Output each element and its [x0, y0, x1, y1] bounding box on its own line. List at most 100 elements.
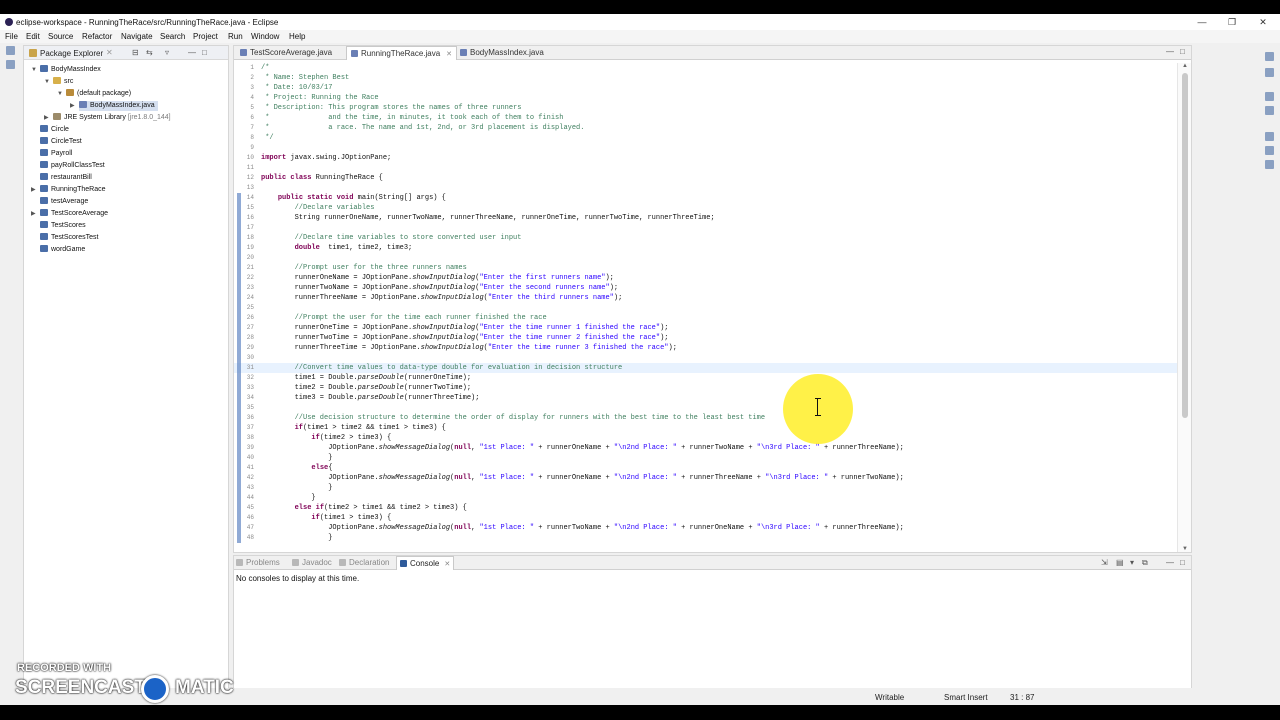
- tree-project[interactable]: Circle: [40, 125, 69, 135]
- hierarchy-icon[interactable]: [1265, 160, 1274, 169]
- tree-project[interactable]: testAverage: [40, 197, 88, 207]
- menu-search[interactable]: Search: [160, 32, 185, 41]
- code-area[interactable]: 1/* 2 * Name: Stephen Best 3 * Date: 10/03…: [234, 63, 1177, 552]
- tab-runningtherace[interactable]: RunningTheRace.java ✕: [346, 46, 458, 60]
- tab-problems[interactable]: Problems: [236, 556, 280, 570]
- maximize-console-icon[interactable]: □: [1180, 558, 1185, 567]
- code-text[interactable]: }: [261, 493, 315, 503]
- java-perspective-icon[interactable]: [1265, 68, 1274, 77]
- code-line[interactable]: 29 runnerThreeTime = JOptionPane.showInp…: [234, 343, 1177, 353]
- pin-console-icon[interactable]: ⇲: [1101, 558, 1108, 567]
- code-text[interactable]: runnerTwoTime = JOptionPane.showInputDia…: [261, 333, 669, 343]
- close-tab-icon[interactable]: ✕: [444, 561, 450, 568]
- code-text[interactable]: runnerOneTime = JOptionPane.showInputDia…: [261, 323, 669, 333]
- code-line[interactable]: 23 runnerTwoName = JOptionPane.showInput…: [234, 283, 1177, 293]
- menu-window[interactable]: Window: [251, 32, 279, 41]
- code-text[interactable]: //Prompt user for the three runners name…: [261, 263, 467, 273]
- code-line[interactable]: 2 * Name: Stephen Best: [234, 73, 1177, 83]
- code-line[interactable]: 6 * and the time, in minutes, it took ea…: [234, 113, 1177, 123]
- task-list-icon[interactable]: [1265, 106, 1274, 115]
- tree-project[interactable]: wordGame: [40, 245, 85, 255]
- scroll-up-icon[interactable]: ▲: [1182, 63, 1188, 69]
- tab-declaration[interactable]: Declaration: [339, 556, 389, 570]
- code-text[interactable]: public class RunningTheRace {: [261, 173, 383, 183]
- tree-project[interactable]: TestScores: [40, 221, 86, 231]
- menu-file[interactable]: File: [5, 32, 18, 41]
- outline-view-icon[interactable]: [1265, 146, 1274, 155]
- code-line[interactable]: 43 }: [234, 483, 1177, 493]
- link-editor-icon[interactable]: ⇆: [146, 48, 153, 57]
- collapsed-arrow-icon[interactable]: ▶: [70, 101, 75, 111]
- code-line[interactable]: 42 JOptionPane.showMessageDialog(null, "…: [234, 473, 1177, 483]
- code-line[interactable]: 32 time1 = Double.parseDouble(runnerOneT…: [234, 373, 1177, 383]
- menu-help[interactable]: Help: [289, 32, 305, 41]
- code-text[interactable]: runnerThreeName = JOptionPane.showInputD…: [261, 293, 623, 303]
- tab-console[interactable]: Console ✕: [396, 556, 455, 570]
- outline-icon[interactable]: [1265, 92, 1274, 101]
- code-text[interactable]: //Prompt the user for the time each runn…: [261, 313, 547, 323]
- code-line[interactable]: 28 runnerTwoTime = JOptionPane.showInput…: [234, 333, 1177, 343]
- code-text[interactable]: time2 = Double.parseDouble(runnerTwoTime…: [261, 383, 471, 393]
- tree-project[interactable]: ▶ TestScoreAverage: [31, 209, 108, 219]
- tree-default-package[interactable]: ▼ (default package): [57, 89, 131, 99]
- minimize-editor-icon[interactable]: —: [1166, 47, 1174, 56]
- code-line[interactable]: 46 if(time1 > time3) {: [234, 513, 1177, 523]
- restore-icon[interactable]: [1265, 132, 1274, 141]
- code-text[interactable]: * and the time, in minutes, it took each…: [261, 113, 563, 123]
- code-text[interactable]: if(time1 > time3) {: [261, 513, 391, 523]
- code-line[interactable]: 21 //Prompt user for the three runners n…: [234, 263, 1177, 273]
- collapsed-arrow-icon[interactable]: ▶: [44, 113, 49, 123]
- code-line[interactable]: 14 public static void main(String[] args…: [234, 193, 1177, 203]
- tab-bodymassindex[interactable]: BodyMassIndex.java: [460, 46, 544, 60]
- minimize-view-icon[interactable]: —: [188, 48, 196, 57]
- code-text[interactable]: //Declare variables: [261, 203, 375, 213]
- code-line[interactable]: 26 //Prompt the user for the time each r…: [234, 313, 1177, 323]
- code-line[interactable]: 15 //Declare variables: [234, 203, 1177, 213]
- code-text[interactable]: }: [261, 453, 332, 463]
- code-line[interactable]: 5 * Description: This program stores the…: [234, 103, 1177, 113]
- maximize-button[interactable]: ❐: [1226, 16, 1238, 28]
- tab-javadoc[interactable]: Javadoc: [292, 556, 332, 570]
- code-line[interactable]: 12 public class RunningTheRace {: [234, 173, 1177, 183]
- code-line[interactable]: 35: [234, 403, 1177, 413]
- code-line[interactable]: 38 if(time2 > time3) {: [234, 433, 1177, 443]
- code-text[interactable]: time3 = Double.parseDouble(runnerThreeTi…: [261, 393, 480, 403]
- menu-run[interactable]: Run: [228, 32, 243, 41]
- code-text[interactable]: double time1, time2, time3;: [261, 243, 413, 253]
- scroll-down-icon[interactable]: ▼: [1182, 546, 1188, 552]
- code-line[interactable]: 34 time3 = Double.parseDouble(runnerThre…: [234, 393, 1177, 403]
- tree-project[interactable]: restaurantBill: [40, 173, 92, 183]
- tree-project[interactable]: TestScoresTest: [40, 233, 98, 243]
- code-text[interactable]: * Name: Stephen Best: [261, 73, 349, 83]
- display-console-icon[interactable]: ▤: [1116, 558, 1124, 567]
- close-tab-icon[interactable]: ✕: [446, 51, 452, 58]
- code-text[interactable]: runnerTwoName = JOptionPane.showInputDia…: [261, 283, 619, 293]
- tree-project-bodymassindex[interactable]: ▼ BodyMassIndex: [31, 65, 101, 75]
- code-line[interactable]: 44 }: [234, 493, 1177, 503]
- code-line[interactable]: 10 import javax.swing.JOptionPane;: [234, 153, 1177, 163]
- code-line[interactable]: 47 JOptionPane.showMessageDialog(null, "…: [234, 523, 1177, 533]
- minimize-button[interactable]: —: [1196, 16, 1208, 28]
- expanded-arrow-icon[interactable]: ▼: [57, 89, 63, 99]
- minimize-console-icon[interactable]: —: [1166, 558, 1174, 567]
- menu-refactor[interactable]: Refactor: [82, 32, 112, 41]
- code-text[interactable]: if(time1 > time2 && time1 > time3) {: [261, 423, 446, 433]
- collapsed-arrow-icon[interactable]: ▶: [31, 209, 36, 219]
- tree-src-folder[interactable]: ▼ src: [44, 77, 73, 87]
- code-text[interactable]: JOptionPane.showMessageDialog(null, "1st…: [261, 523, 904, 533]
- code-line[interactable]: 22 runnerOneName = JOptionPane.showInput…: [234, 273, 1177, 283]
- console-menu-icon[interactable]: ▾: [1130, 558, 1134, 567]
- code-line[interactable]: 39 JOptionPane.showMessageDialog(null, "…: [234, 443, 1177, 453]
- code-line[interactable]: 45 else if(time2 > time1 && time2 > time…: [234, 503, 1177, 513]
- code-text[interactable]: }: [261, 533, 332, 543]
- code-text[interactable]: //Declare time variables to store conver…: [261, 233, 522, 243]
- code-text[interactable]: time1 = Double.parseDouble(runnerOneTime…: [261, 373, 471, 383]
- code-line[interactable]: 27 runnerOneTime = JOptionPane.showInput…: [234, 323, 1177, 333]
- code-line[interactable]: 11: [234, 163, 1177, 173]
- restore-icon[interactable]: [6, 46, 15, 55]
- menu-source[interactable]: Source: [48, 32, 73, 41]
- code-text[interactable]: //Convert time values to data-type doubl…: [261, 363, 623, 373]
- menu-project[interactable]: Project: [193, 32, 218, 41]
- collapsed-arrow-icon[interactable]: ▶: [31, 185, 36, 195]
- close-view-icon[interactable]: ✕: [106, 48, 113, 57]
